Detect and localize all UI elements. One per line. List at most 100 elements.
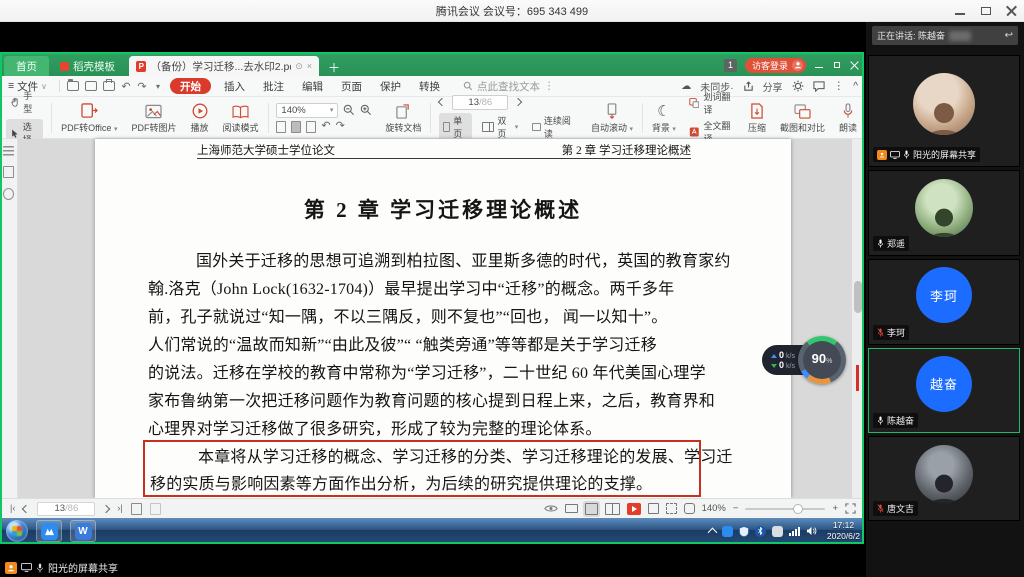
hand-tool[interactable]: 手型 [6, 88, 43, 116]
first-page-icon[interactable]: |‹ [10, 504, 15, 513]
page-number-input[interactable]: 13/86 [452, 95, 508, 110]
wps-close-button[interactable] [850, 60, 860, 70]
open-icon[interactable] [67, 81, 79, 91]
network-icon[interactable] [789, 526, 800, 536]
collapse-panel-icon[interactable]: ↩ [1005, 30, 1013, 41]
share-label[interactable]: 分享 [763, 79, 783, 94]
toolbar-more-icon[interactable]: ▾ [150, 82, 166, 91]
play-view-icon[interactable] [627, 503, 641, 515]
background-button[interactable]: ☾ 背景 ▾ [645, 102, 683, 134]
double-page-button[interactable]: 双页 ▾ [478, 113, 522, 141]
participant-tile[interactable]: 唐文吉 [868, 436, 1020, 521]
more-menu-icon[interactable]: ⋮ [834, 80, 845, 92]
tray-expand-icon[interactable] [707, 528, 717, 538]
tray-app-icon[interactable] [722, 526, 733, 537]
zoom-slider[interactable] [745, 508, 825, 510]
zoom-level[interactable]: 140% [702, 503, 726, 514]
memory-usage-ring[interactable]: 90% [798, 336, 846, 384]
fit-width-icon[interactable] [666, 503, 677, 514]
page-number-input[interactable]: 13/86 [37, 502, 95, 516]
bluetooth-icon[interactable] [755, 526, 766, 537]
collapse-ribbon-icon[interactable]: ^ [853, 80, 858, 92]
compress-button[interactable]: 压缩 [741, 102, 773, 134]
prev-page-icon[interactable] [438, 98, 446, 106]
continuous-read-button[interactable]: 连续阅读 [528, 113, 578, 141]
rotate-right-icon[interactable]: ↷ [336, 121, 345, 132]
gear-icon[interactable] [792, 80, 804, 92]
pdf-to-office-button[interactable]: PDF转Office ▾ [54, 102, 124, 134]
fit-page-icon[interactable] [684, 503, 695, 514]
redo-icon[interactable]: ↷ [134, 80, 150, 93]
zoom-minus-icon[interactable]: − [733, 503, 739, 514]
ribbon-tab-page[interactable]: 页面 [332, 79, 371, 94]
tab-document[interactable]: P （备份）学习迁移...去水印2.pdf ⊙ × [129, 56, 319, 76]
actual-size-icon[interactable] [648, 503, 659, 514]
find-text-box[interactable]: 点此查找文本 ⋮ [463, 79, 555, 94]
participant-tile[interactable]: 郑遥 [868, 170, 1020, 256]
doc-count-badge[interactable]: 1 [724, 59, 737, 72]
maximize-button[interactable] [980, 5, 992, 17]
eye-protect-icon[interactable] [544, 503, 558, 514]
double-page-view-icon[interactable] [605, 503, 620, 515]
annotation-panel-icon[interactable] [3, 188, 14, 200]
ribbon-tab-protect[interactable]: 保护 [371, 79, 410, 94]
word-translate-button[interactable]: 划词翻译 [689, 90, 735, 116]
wps-restore-button[interactable] [832, 60, 842, 70]
read-mode-button[interactable]: 阅读模式 [216, 102, 266, 134]
remove-page-icon[interactable] [150, 503, 161, 515]
zoom-out-icon[interactable] [343, 104, 355, 116]
search-more-icon[interactable]: ⋮ [544, 80, 555, 92]
prev-page-icon[interactable] [22, 504, 30, 512]
ribbon-tab-insert[interactable]: 插入 [215, 79, 254, 94]
insert-page-icon[interactable] [131, 503, 142, 515]
zoom-plus-icon[interactable]: + [832, 503, 838, 514]
wps-minimize-button[interactable] [814, 60, 824, 70]
rotate-doc-button[interactable]: 旋转文档 [378, 102, 428, 134]
undo-icon[interactable]: ↶ [118, 80, 134, 93]
close-tab-icon[interactable]: × [307, 61, 312, 71]
taskbar-tencent-meeting[interactable] [36, 520, 62, 542]
volume-icon[interactable] [806, 526, 817, 536]
actual-size-icon[interactable] [306, 121, 316, 133]
ribbon-tab-convert[interactable]: 转换 [410, 79, 449, 94]
next-page-icon[interactable] [514, 98, 522, 106]
pdf-to-image-button[interactable]: PDF转图片 [124, 102, 183, 134]
play-button[interactable]: 播放 [184, 102, 216, 134]
next-page-icon[interactable] [102, 504, 110, 512]
minimize-button[interactable] [954, 5, 966, 17]
net-speed-widget[interactable]: 0k/s 0k/s 90% [762, 336, 846, 384]
scrollbar-thumb[interactable] [854, 281, 862, 313]
read-aloud-button[interactable]: 朗读 [832, 102, 864, 134]
ribbon-tab-comment[interactable]: 批注 [254, 79, 293, 94]
close-button[interactable] [1006, 5, 1018, 17]
pin-tab-icon[interactable]: ⊙ [295, 61, 303, 72]
continuous-view-icon[interactable] [565, 504, 578, 513]
start-button[interactable] [6, 520, 28, 542]
vertical-scrollbar[interactable] [852, 139, 863, 498]
fullscreen-icon[interactable] [845, 503, 856, 514]
participant-tile-speaking[interactable]: 越奋 陈越奋 [868, 348, 1020, 433]
last-page-icon[interactable]: ›| [117, 504, 122, 513]
zoom-slider-knob[interactable] [793, 504, 803, 514]
tab-docer-template[interactable]: 稻壳模板 [52, 56, 123, 76]
participant-tile[interactable]: 李珂 李珂 [868, 259, 1020, 345]
thumbnail-panel-icon[interactable] [3, 146, 14, 156]
print-icon[interactable] [103, 81, 115, 91]
tray-clock[interactable]: 17:12 2020/6/2 [827, 520, 860, 541]
screenshot-compare-button[interactable]: 截图和对比 [773, 102, 832, 134]
zoom-select[interactable]: 140% ▾ [276, 103, 338, 118]
new-tab-button[interactable]: ＋ [325, 58, 343, 76]
ribbon-tab-edit[interactable]: 编辑 [293, 79, 332, 94]
rotate-left-icon[interactable]: ↶ [321, 121, 330, 132]
security-shield-icon[interactable] [739, 526, 749, 537]
tab-home[interactable]: 首页 [4, 56, 49, 76]
pdf-page[interactable]: 上海师范大学硕士学位论文 第 2 章 学习迁移理论概述 第 2 章 学习迁移理论… [95, 139, 791, 498]
share-icon[interactable] [743, 81, 754, 92]
participant-tile[interactable]: 阳光的屏幕共享 [868, 55, 1020, 167]
autoscroll-button[interactable]: 自动滚动 ▾ [584, 102, 640, 134]
taskbar-wps[interactable]: W [70, 520, 96, 542]
zoom-in-icon[interactable] [360, 104, 372, 116]
single-page-view-icon[interactable] [585, 503, 598, 515]
ribbon-tab-start[interactable]: 开始 [170, 78, 211, 94]
fit-width-icon[interactable] [291, 121, 301, 133]
